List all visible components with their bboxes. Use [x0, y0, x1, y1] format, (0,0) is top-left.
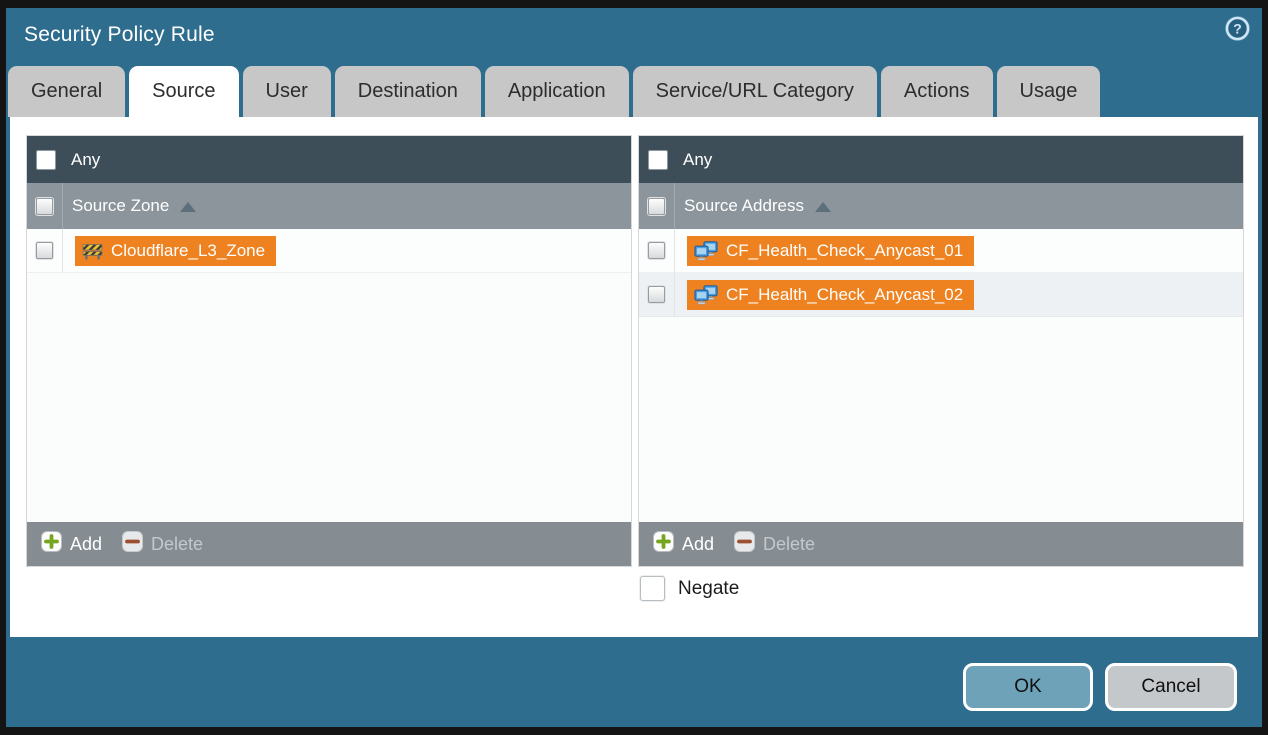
- screenshot-frame: Security Policy Rule ? GeneralSourceUser…: [0, 0, 1268, 735]
- tab-bar: GeneralSourceUserDestinationApplicationS…: [8, 66, 1100, 117]
- svg-text:?: ?: [1233, 20, 1242, 36]
- any-label: Any: [683, 150, 712, 170]
- source-zone-list: Cloudflare_L3_Zone: [27, 229, 631, 522]
- row-checkbox[interactable]: [648, 242, 665, 259]
- negate-label: Negate: [678, 578, 739, 600]
- address-icon: [694, 241, 718, 261]
- page-title: Security Policy Rule: [24, 23, 215, 47]
- add-button-label: Add: [70, 534, 102, 555]
- tab-source[interactable]: Source: [129, 66, 238, 117]
- any-checkbox[interactable]: [36, 150, 56, 170]
- tab-general[interactable]: General: [8, 66, 125, 117]
- object-chip[interactable]: CF_Health_Check_Anycast_01: [687, 236, 974, 266]
- column-header-label: Source Address: [684, 196, 804, 216]
- source-address-footer: Add Delete: [639, 522, 1243, 566]
- source-zone-footer: Add Delete: [27, 522, 631, 566]
- object-chip[interactable]: CF_Health_Check_Anycast_02: [687, 280, 974, 310]
- delete-button-label: Delete: [151, 534, 203, 555]
- title-bar: Security Policy Rule: [24, 8, 215, 62]
- negate-checkbox[interactable]: [640, 576, 665, 601]
- add-button-label: Add: [682, 534, 714, 555]
- source-zone-any-row: Any: [27, 136, 631, 183]
- tab-actions[interactable]: Actions: [881, 66, 993, 117]
- select-all-checkbox[interactable]: [36, 198, 53, 215]
- column-header-label: Source Zone: [72, 196, 169, 216]
- add-icon: [653, 531, 674, 557]
- help-icon[interactable]: ?: [1223, 14, 1251, 42]
- add-button[interactable]: Add: [653, 531, 714, 557]
- delete-button[interactable]: Delete: [122, 531, 203, 557]
- any-checkbox[interactable]: [648, 150, 668, 170]
- tab-user[interactable]: User: [243, 66, 331, 117]
- row-label: Cloudflare_L3_Zone: [111, 241, 265, 261]
- tab-content: Any Source Zone Cloudflare_L3_Zone Add: [10, 117, 1258, 637]
- source-address-panel: Any Source Address CF_Health_Check_Anyca…: [638, 135, 1244, 567]
- security-policy-rule-dialog: Security Policy Rule ? GeneralSourceUser…: [6, 8, 1262, 727]
- any-label: Any: [71, 150, 100, 170]
- delete-icon: [734, 531, 755, 557]
- table-row[interactable]: Cloudflare_L3_Zone: [27, 229, 631, 273]
- source-address-list: CF_Health_Check_Anycast_01 CF_Health_Chec…: [639, 229, 1243, 522]
- tab-destination[interactable]: Destination: [335, 66, 481, 117]
- add-icon: [41, 531, 62, 557]
- source-zone-column-header[interactable]: Source Zone: [27, 183, 631, 229]
- tab-service-url-category[interactable]: Service/URL Category: [633, 66, 877, 117]
- ok-button[interactable]: OK: [963, 663, 1093, 711]
- delete-icon: [122, 531, 143, 557]
- tab-usage[interactable]: Usage: [997, 66, 1101, 117]
- delete-button-label: Delete: [763, 534, 815, 555]
- table-row[interactable]: CF_Health_Check_Anycast_02: [639, 273, 1243, 317]
- address-icon: [694, 285, 718, 305]
- source-zone-panel: Any Source Zone Cloudflare_L3_Zone Add: [26, 135, 632, 567]
- row-label: CF_Health_Check_Anycast_02: [726, 285, 963, 305]
- sort-ascending-icon: [180, 202, 196, 212]
- object-chip[interactable]: Cloudflare_L3_Zone: [75, 236, 276, 266]
- zone-icon: [82, 242, 103, 260]
- source-address-column-header[interactable]: Source Address: [639, 183, 1243, 229]
- add-button[interactable]: Add: [41, 531, 102, 557]
- tab-application[interactable]: Application: [485, 66, 629, 117]
- select-all-checkbox[interactable]: [648, 198, 665, 215]
- cancel-button[interactable]: Cancel: [1105, 663, 1237, 711]
- table-row[interactable]: CF_Health_Check_Anycast_01: [639, 229, 1243, 273]
- row-label: CF_Health_Check_Anycast_01: [726, 241, 963, 261]
- negate-row: Negate: [640, 576, 739, 601]
- row-checkbox[interactable]: [36, 242, 53, 259]
- sort-ascending-icon: [815, 202, 831, 212]
- source-address-any-row: Any: [639, 136, 1243, 183]
- row-checkbox[interactable]: [648, 286, 665, 303]
- delete-button[interactable]: Delete: [734, 531, 815, 557]
